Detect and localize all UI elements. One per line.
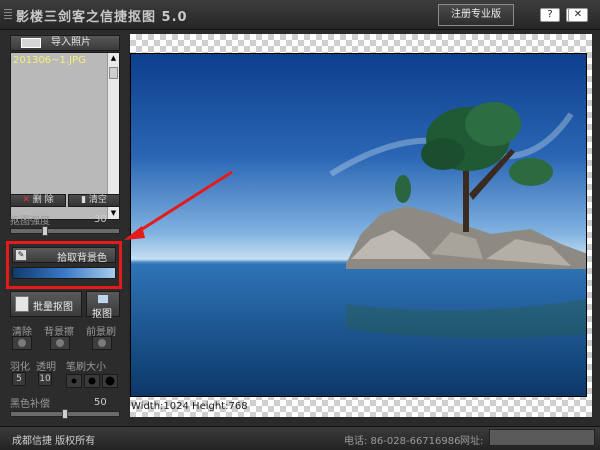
eraser-icon <box>56 339 64 347</box>
control-panel: 导入照片 201306~1.JPG ▲ ▼ ✕ 删 除 ▮ 清空 抠图强度 30… <box>0 31 128 426</box>
cutout-button[interactable]: 抠图 <box>86 291 120 320</box>
feather-label: 羽化 <box>10 362 30 373</box>
pick-background-color-button[interactable]: ✎ 拾取背景色 <box>12 247 116 264</box>
brush-medium-button[interactable] <box>84 374 100 388</box>
brush-large-button[interactable] <box>102 374 118 388</box>
photo-preview[interactable] <box>130 53 587 397</box>
feather-value[interactable]: 5 <box>12 372 26 386</box>
delete-label: 删 除 <box>32 195 54 205</box>
close-icon[interactable]: ✕ <box>568 8 588 22</box>
batch-cutout-label: 批量抠图 <box>33 302 73 313</box>
scroll-up-icon[interactable]: ▲ <box>108 53 119 64</box>
phone-text: 电话: 86-028-66716986 <box>344 436 461 447</box>
cutout-label: 抠图 <box>92 309 112 320</box>
background-color-swatch[interactable] <box>12 267 116 279</box>
website-field[interactable] <box>489 429 595 446</box>
batch-cutout-button[interactable]: 批量抠图 <box>10 291 82 317</box>
large-brush-dot-icon <box>105 376 115 386</box>
image-dimensions: Width:1024 Height:768 <box>131 401 248 412</box>
transparency-value[interactable]: 10 <box>38 372 52 386</box>
website-label: 网址: <box>460 436 484 447</box>
strength-label: 抠图强度 <box>10 216 50 227</box>
brush-size-label: 笔刷大小 <box>66 362 106 373</box>
delete-icon: ✕ <box>22 195 33 205</box>
copyright-text: 成都信捷 版权所有 <box>12 436 96 447</box>
grip-icon[interactable] <box>4 9 12 21</box>
small-brush-dot-icon <box>71 378 77 384</box>
strength-value: 30 <box>94 214 107 225</box>
cutout-icon <box>97 294 109 304</box>
black-compensation-slider-knob[interactable] <box>62 409 68 419</box>
clear-list-button[interactable]: ▮ 清空 <box>68 194 120 207</box>
import-photos-label: 导入照片 <box>51 37 91 48</box>
title-bar: 影楼三剑客之信捷抠图 5.0 注册专业版 ? — ✕ <box>0 0 600 30</box>
trash-icon: ▮ <box>81 195 89 205</box>
clear-tool-icon <box>18 339 26 347</box>
highlight-box: ✎ 拾取背景色 <box>6 241 122 289</box>
clear-tool-button[interactable] <box>12 336 32 350</box>
app-title: 影楼三剑客之信捷抠图 5.0 <box>16 10 188 25</box>
batch-document-icon <box>15 296 29 312</box>
background-brush-button[interactable] <box>50 336 70 350</box>
help-icon[interactable]: ? <box>540 8 560 22</box>
black-compensation-value: 50 <box>94 397 107 408</box>
brush-icon <box>98 339 106 347</box>
eyedropper-icon: ✎ <box>15 249 27 261</box>
strength-slider-knob[interactable] <box>42 226 48 236</box>
photo-icon <box>21 38 41 48</box>
foreground-brush-button[interactable] <box>92 336 112 350</box>
brush-small-button[interactable] <box>66 374 82 388</box>
delete-button[interactable]: ✕ 删 除 <box>10 194 66 207</box>
file-list-item[interactable]: 201306~1.JPG <box>13 55 86 66</box>
transparency-label: 透明 <box>36 362 56 373</box>
clear-list-label: 清空 <box>88 195 107 205</box>
scroll-thumb[interactable] <box>109 67 118 79</box>
strength-slider[interactable] <box>10 226 120 236</box>
pick-background-color-label: 拾取背景色 <box>57 253 107 264</box>
register-button[interactable]: 注册专业版 <box>438 4 514 26</box>
black-compensation-slider[interactable] <box>10 409 120 419</box>
medium-brush-dot-icon <box>88 377 96 385</box>
black-compensation-label: 黑色补偿 <box>10 399 50 410</box>
import-photos-button[interactable]: 导入照片 <box>10 35 120 51</box>
scroll-down-icon[interactable]: ▼ <box>108 208 119 219</box>
landscape-image <box>131 102 586 396</box>
